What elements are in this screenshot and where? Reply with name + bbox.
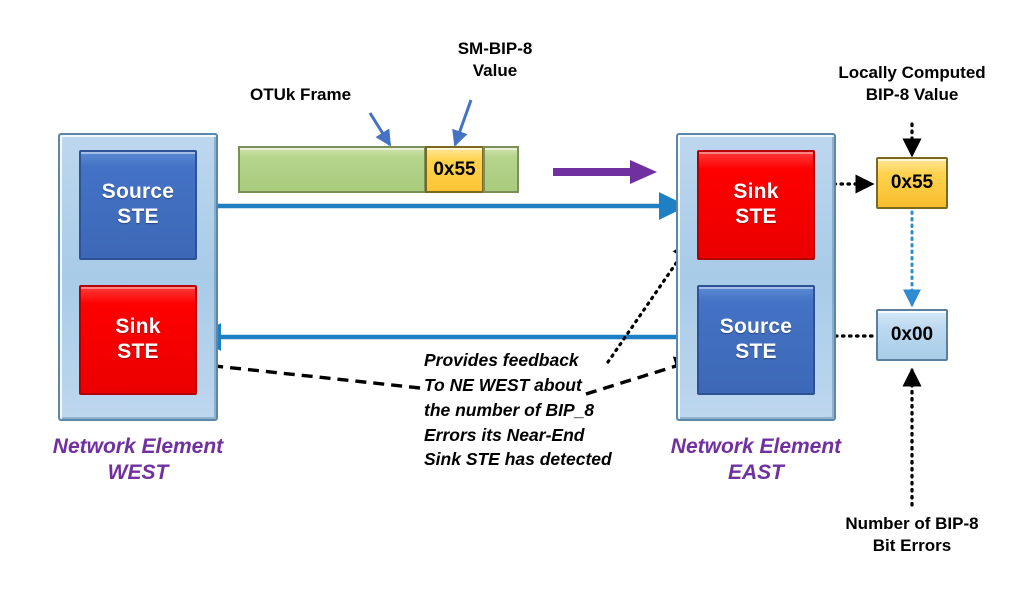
note-to-west-sink-arrow bbox=[193, 355, 421, 390]
east-source-ste-line1: Source bbox=[719, 315, 793, 339]
bit-errors-label-line1: Number of BIP-8 bbox=[845, 514, 979, 533]
east-sink-ste[interactable]: Sink STE bbox=[697, 150, 815, 260]
locally-computed-label-line1: Locally Computed bbox=[838, 63, 986, 82]
sm-bip8-label-line1: SM-BIP-8 bbox=[457, 39, 533, 58]
east-source-ste[interactable]: Source STE bbox=[697, 285, 815, 395]
diagram-canvas: Source STE Sink STE Network Element WEST… bbox=[0, 0, 1024, 594]
feedback-note-line4: Errors its Near-End bbox=[424, 424, 585, 445]
feedback-note-line5: Sink STE has detected bbox=[424, 449, 612, 470]
bit-error-count-box[interactable]: 0x00 bbox=[876, 309, 948, 361]
locally-computed-label-line2: BIP-8 Value bbox=[865, 85, 959, 105]
network-element-west-label: Network Element WEST bbox=[38, 434, 238, 487]
bit-errors-label: Number of BIP-8 Bit Errors bbox=[808, 513, 1016, 557]
otuk-frame-bip-field[interactable]: 0x55 bbox=[425, 146, 484, 193]
otuk-frame-body-left bbox=[238, 146, 426, 193]
received-bip-value: 0x55 bbox=[890, 172, 934, 193]
west-label-line2: WEST bbox=[107, 461, 169, 485]
locally-computed-bip-label: Locally Computed BIP-8 Value bbox=[805, 62, 1019, 106]
feedback-note: Provides feedback To NE WEST about the n… bbox=[424, 348, 660, 472]
feedback-note-line3: the number of BIP_8 bbox=[424, 399, 595, 420]
east-label-line2: EAST bbox=[727, 461, 784, 485]
otuk-frame-body-right bbox=[483, 146, 519, 193]
east-sink-ste-line1: Sink bbox=[733, 180, 779, 204]
west-sink-ste-line2: STE bbox=[117, 340, 159, 363]
otuk-frame-label: OTUk Frame bbox=[250, 84, 400, 106]
east-source-ste-line2: STE bbox=[735, 340, 777, 363]
west-source-ste[interactable]: Source STE bbox=[79, 150, 197, 260]
east-label-line1: Network Element bbox=[670, 435, 842, 458]
west-sink-ste[interactable]: Sink STE bbox=[79, 285, 197, 395]
network-element-east-label: Network Element EAST bbox=[656, 434, 856, 487]
transport-direction-arrow bbox=[553, 160, 657, 184]
otuk-frame-bip-value: 0x55 bbox=[433, 158, 476, 180]
bit-errors-label-line2: Bit Errors bbox=[872, 536, 952, 556]
west-source-ste-line1: Source bbox=[101, 180, 175, 204]
otuk-frame-label-text: OTUk Frame bbox=[250, 85, 352, 104]
sm-bip8-callout-arrow bbox=[452, 99, 473, 147]
west-label-line1: Network Element bbox=[52, 435, 224, 458]
bit-error-count-value: 0x00 bbox=[890, 324, 934, 345]
received-bip-value-box[interactable]: 0x55 bbox=[876, 157, 948, 209]
sm-bip8-label-line2: Value bbox=[472, 61, 518, 81]
feedback-note-line2: To NE WEST about bbox=[424, 374, 582, 395]
west-source-ste-line2: STE bbox=[117, 205, 159, 228]
otuk-frame-callout-arrow bbox=[368, 112, 392, 147]
feedback-note-line1: Provides feedback bbox=[424, 350, 579, 370]
sm-bip8-value-label: SM-BIP-8 Value bbox=[420, 38, 570, 82]
east-sink-ste-line2: STE bbox=[735, 205, 777, 228]
west-sink-ste-line1: Sink bbox=[115, 315, 161, 339]
